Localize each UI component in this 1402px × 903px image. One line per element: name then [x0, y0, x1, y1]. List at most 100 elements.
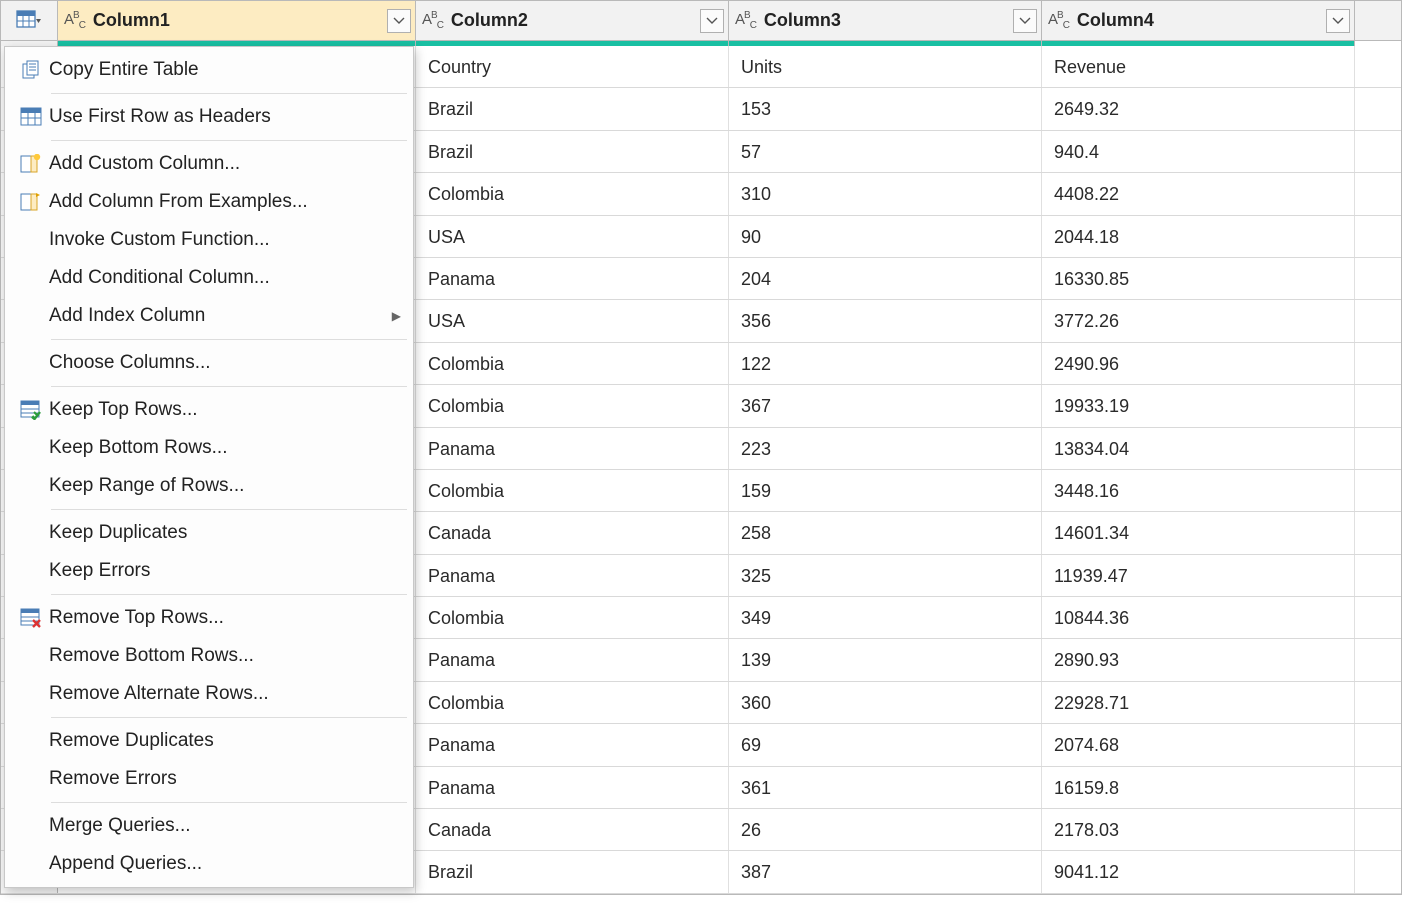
column-header-column3[interactable]: ABC Column3	[729, 1, 1042, 40]
cell[interactable]: Brazil	[416, 131, 729, 172]
cell[interactable]: 26	[729, 809, 1042, 850]
column-header-column2[interactable]: ABC Column2	[416, 1, 729, 40]
cell[interactable]: Panama	[416, 428, 729, 469]
cell[interactable]: Canada	[416, 512, 729, 553]
cell[interactable]: Country	[416, 46, 729, 87]
menu-remove-errors[interactable]: Remove Errors	[5, 760, 413, 798]
cell[interactable]: Canada	[416, 809, 729, 850]
column-name: Column2	[451, 10, 700, 31]
cell[interactable]: 57	[729, 131, 1042, 172]
cell[interactable]: 223	[729, 428, 1042, 469]
menu-keep-top-rows[interactable]: Keep Top Rows...	[5, 391, 413, 429]
cell[interactable]: 159	[729, 470, 1042, 511]
cell[interactable]: 2178.03	[1042, 809, 1355, 850]
cell[interactable]: 13834.04	[1042, 428, 1355, 469]
menu-add-index-column[interactable]: Add Index Column ▶	[5, 297, 413, 335]
column-filter-dropdown[interactable]	[700, 9, 724, 33]
cell[interactable]: 325	[729, 555, 1042, 596]
menu-keep-errors[interactable]: Keep Errors	[5, 552, 413, 590]
column-filter-dropdown[interactable]	[1013, 9, 1037, 33]
cell[interactable]: Colombia	[416, 173, 729, 214]
menu-keep-range-of-rows[interactable]: Keep Range of Rows...	[5, 467, 413, 505]
menu-label: Add Conditional Column...	[49, 267, 401, 289]
menu-label: Remove Duplicates	[49, 730, 401, 752]
cell[interactable]: 940.4	[1042, 131, 1355, 172]
column-filter-dropdown[interactable]	[1326, 9, 1350, 33]
cell[interactable]: 9041.12	[1042, 851, 1355, 892]
cell[interactable]: 310	[729, 173, 1042, 214]
cell[interactable]: 4408.22	[1042, 173, 1355, 214]
menu-label: Add Custom Column...	[49, 153, 401, 175]
cell[interactable]: 10844.36	[1042, 597, 1355, 638]
menu-add-custom-column[interactable]: Add Custom Column...	[5, 145, 413, 183]
cell[interactable]: 16159.8	[1042, 767, 1355, 808]
cell[interactable]: 19933.19	[1042, 385, 1355, 426]
menu-merge-queries[interactable]: Merge Queries...	[5, 807, 413, 845]
cell[interactable]: Panama	[416, 555, 729, 596]
cell[interactable]: 258	[729, 512, 1042, 553]
menu-remove-top-rows[interactable]: Remove Top Rows...	[5, 599, 413, 637]
cell[interactable]: 2074.68	[1042, 724, 1355, 765]
cell[interactable]: Panama	[416, 258, 729, 299]
column-header-column1[interactable]: ABC Column1	[58, 1, 416, 40]
cell[interactable]: Colombia	[416, 343, 729, 384]
column-header-column4[interactable]: ABC Column4	[1042, 1, 1355, 40]
cell[interactable]: Panama	[416, 724, 729, 765]
cell[interactable]: 360	[729, 682, 1042, 723]
menu-add-conditional-column[interactable]: Add Conditional Column...	[5, 259, 413, 297]
cell[interactable]: Units	[729, 46, 1042, 87]
cell[interactable]: Revenue	[1042, 46, 1355, 87]
menu-invoke-custom-function[interactable]: Invoke Custom Function...	[5, 221, 413, 259]
cell[interactable]: Brazil	[416, 88, 729, 129]
table-corner-button[interactable]	[1, 1, 58, 40]
cell[interactable]: Colombia	[416, 470, 729, 511]
cell[interactable]: 349	[729, 597, 1042, 638]
menu-remove-duplicates[interactable]: Remove Duplicates	[5, 722, 413, 760]
menu-keep-bottom-rows[interactable]: Keep Bottom Rows...	[5, 429, 413, 467]
cell[interactable]: 2649.32	[1042, 88, 1355, 129]
cell[interactable]: Colombia	[416, 597, 729, 638]
cell[interactable]: Colombia	[416, 682, 729, 723]
menu-keep-duplicates[interactable]: Keep Duplicates	[5, 514, 413, 552]
cell[interactable]: 139	[729, 639, 1042, 680]
cell[interactable]: 2490.96	[1042, 343, 1355, 384]
menu-label: Keep Bottom Rows...	[49, 437, 401, 459]
cell[interactable]: 14601.34	[1042, 512, 1355, 553]
cell[interactable]: 11939.47	[1042, 555, 1355, 596]
cell[interactable]: 122	[729, 343, 1042, 384]
cell[interactable]: 69	[729, 724, 1042, 765]
cell[interactable]: Panama	[416, 767, 729, 808]
menu-remove-bottom-rows[interactable]: Remove Bottom Rows...	[5, 637, 413, 675]
column-name: Column4	[1077, 10, 1326, 31]
menu-append-queries[interactable]: Append Queries...	[5, 845, 413, 883]
cell[interactable]: 3448.16	[1042, 470, 1355, 511]
cell[interactable]: USA	[416, 300, 729, 341]
cell[interactable]: 204	[729, 258, 1042, 299]
table-headers-icon	[13, 107, 49, 127]
cell[interactable]: Panama	[416, 639, 729, 680]
menu-use-first-row-as-headers[interactable]: Use First Row as Headers	[5, 98, 413, 136]
cell[interactable]: Colombia	[416, 385, 729, 426]
cell[interactable]: 356	[729, 300, 1042, 341]
cell[interactable]: 16330.85	[1042, 258, 1355, 299]
cell[interactable]: 2044.18	[1042, 216, 1355, 257]
column-filter-dropdown[interactable]	[387, 9, 411, 33]
cell[interactable]: 2890.93	[1042, 639, 1355, 680]
menu-label: Keep Range of Rows...	[49, 475, 401, 497]
cell[interactable]: 90	[729, 216, 1042, 257]
cell[interactable]: Brazil	[416, 851, 729, 892]
menu-add-column-from-examples[interactable]: Add Column From Examples...	[5, 183, 413, 221]
menu-copy-entire-table[interactable]: Copy Entire Table	[5, 51, 413, 89]
cell[interactable]: 22928.71	[1042, 682, 1355, 723]
cell[interactable]: 387	[729, 851, 1042, 892]
cell[interactable]: USA	[416, 216, 729, 257]
menu-remove-alternate-rows[interactable]: Remove Alternate Rows...	[5, 675, 413, 713]
cell[interactable]: 153	[729, 88, 1042, 129]
cell[interactable]: 361	[729, 767, 1042, 808]
cell[interactable]: 367	[729, 385, 1042, 426]
menu-label: Keep Top Rows...	[49, 399, 401, 421]
menu-choose-columns[interactable]: Choose Columns...	[5, 344, 413, 382]
column-name: Column1	[93, 10, 387, 31]
menu-label: Remove Errors	[49, 768, 401, 790]
cell[interactable]: 3772.26	[1042, 300, 1355, 341]
